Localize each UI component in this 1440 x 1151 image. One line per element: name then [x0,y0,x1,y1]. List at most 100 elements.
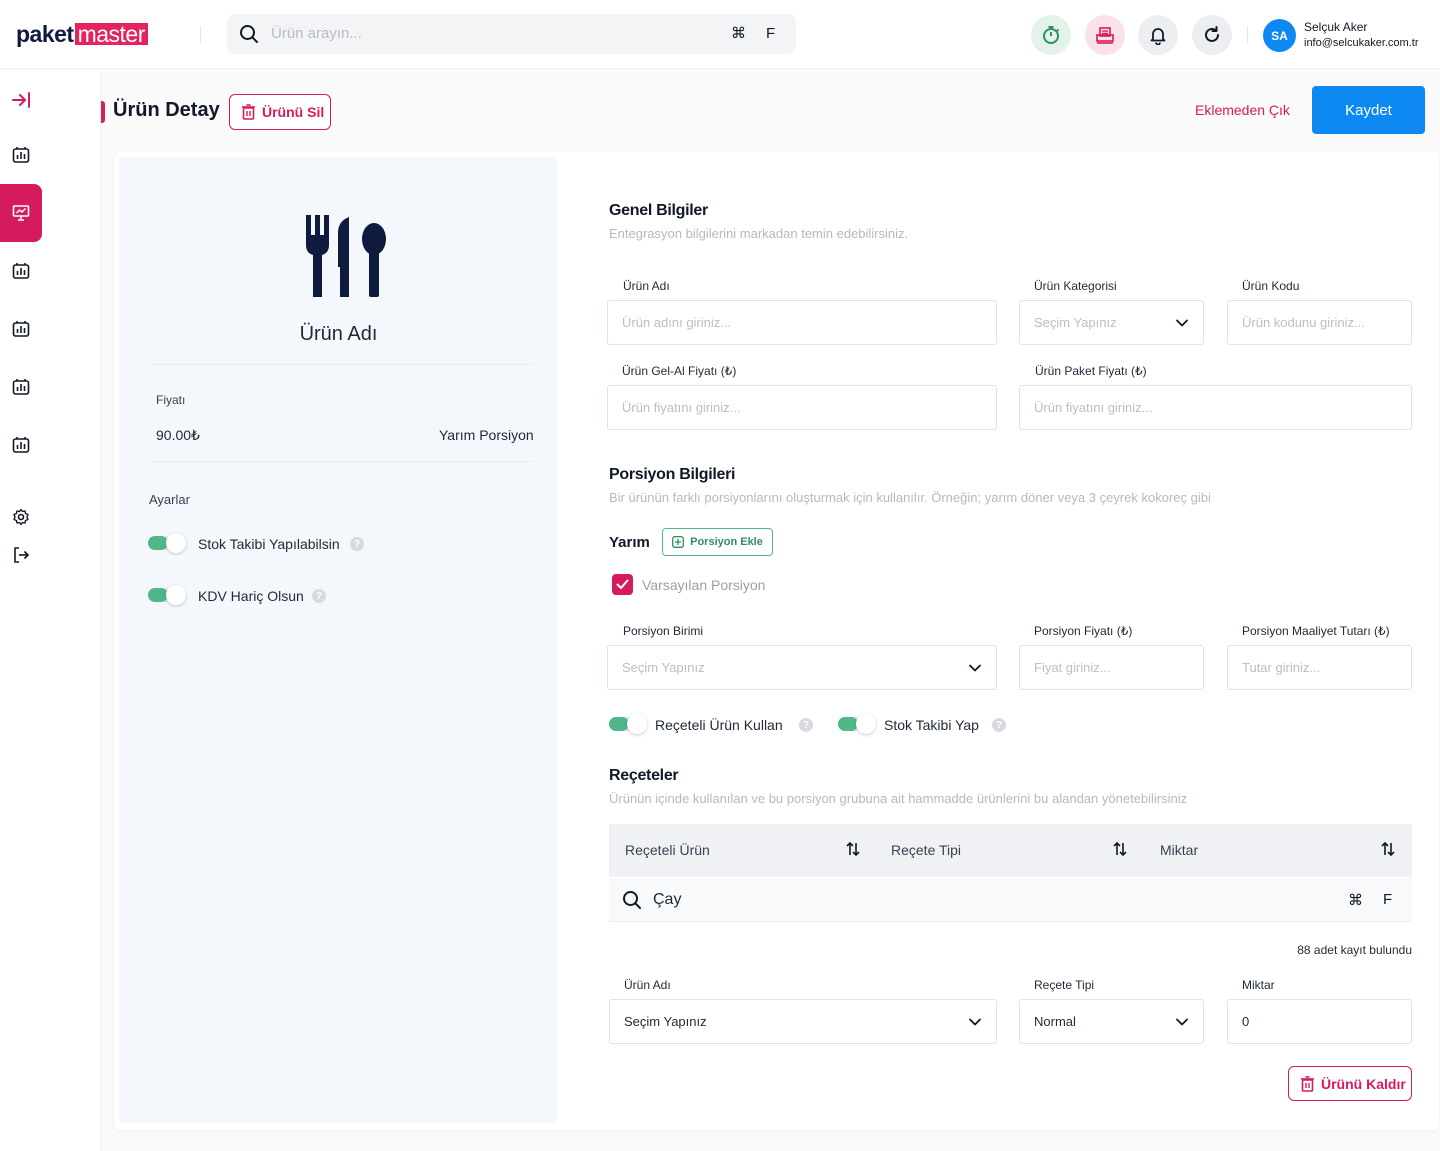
takeaway-price-input[interactable]: Ürün fiyatını giriniz... [607,385,997,430]
portion-unit-placeholder: Seçim Yapınız [622,660,705,675]
chevron-down-icon [1176,1018,1188,1026]
portion-value: Yarım Porsiyon [439,427,534,443]
collapse-icon [12,92,30,108]
page-title: Ürün Detay [113,99,220,121]
portion-cost-input[interactable]: Tutar giriniz... [1227,645,1412,690]
sidebar-collapse-button[interactable] [0,71,42,129]
delete-product-button[interactable]: Ürünü Sil [229,94,331,130]
product-code-placeholder: Ürün kodunu giriniz... [1242,315,1365,330]
sidebar-item-reports-4[interactable] [0,358,42,416]
recipes-table-header: Reçeteli Ürün Reçete Tipi Miktar [609,824,1412,877]
column-recipe-product[interactable]: Reçeteli Ürün [625,842,710,858]
portion-name[interactable]: Yarım [609,534,650,551]
add-portion-button[interactable]: Porsiyon Ekle [662,528,773,556]
product-name-placeholder: Ürün adını giriniz... [622,315,732,330]
refresh-button[interactable] [1192,15,1232,55]
portion-cost-placeholder: Tutar giriniz... [1242,660,1321,675]
settings-label: Ayarlar [149,492,190,507]
search-placeholder: Ürün arayın... [271,25,362,42]
recipes-search-value: Çay [653,891,682,908]
remove-product-label: Ürünü Kaldır [1321,1075,1406,1092]
brand-logo[interactable]: pa ket master [16,21,148,47]
trash-icon [242,104,255,120]
plus-square-icon [672,536,685,548]
quantity-label: Miktar [1242,978,1275,992]
product-code-input[interactable]: Ürün kodunu giriniz... [1227,300,1412,345]
sort-icon[interactable] [1113,841,1127,857]
bell-icon [1150,28,1166,45]
default-portion-checkbox[interactable] [612,574,633,595]
chart-icon [12,437,30,453]
command-key-icon: ⌘ [1348,891,1363,909]
cutlery-icon [304,215,388,304]
sidebar [0,70,101,1151]
divider [200,26,201,44]
stock-tracking-label: Stok Takibi Yapılabilsin [198,536,340,552]
sidebar-item-reports-1[interactable] [0,126,42,184]
sidebar-item-logout[interactable] [0,526,42,584]
avatar[interactable]: SA [1263,19,1296,52]
divider [1247,26,1248,44]
vat-excluded-toggle[interactable] [148,585,186,605]
general-info-subtitle: Entegrasyon bilgilerini markadan temin e… [609,226,909,241]
remove-product-button[interactable]: Ürünü Kaldır [1288,1066,1412,1101]
sidebar-item-reports-5[interactable] [0,416,42,474]
sort-icon[interactable] [1381,841,1395,857]
recipe-product-toggle[interactable] [609,714,647,734]
logout-icon [14,547,29,563]
recipe-type-value: Normal [1034,1014,1076,1029]
portion-unit-select[interactable]: Seçim Yapınız [607,645,997,690]
product-name-input[interactable]: Ürün adını giriniz... [607,300,997,345]
recipe-type-select[interactable]: Normal [1019,999,1204,1044]
recipes-title: Reçeteler [609,767,679,784]
trash-icon [1301,1075,1314,1092]
shortcut-key: F [1383,891,1393,908]
sidebar-item-reports-3[interactable] [0,300,42,358]
recipes-subtitle: Ürünün içinde kullanılan ve bu porsiyon … [609,791,1188,806]
chevron-down-icon [969,664,981,672]
stock-tracking-toggle[interactable] [148,533,186,553]
category-select[interactable]: Seçim Yapınız [1019,300,1204,345]
default-portion-label: Varsayılan Porsiyon [642,577,766,593]
exit-without-saving-link[interactable]: Eklemeden Çık [1195,102,1290,118]
chart-icon [12,263,30,279]
help-icon[interactable]: ? [350,537,364,551]
global-search[interactable]: Ürün arayın... ⌘ F [227,14,796,54]
column-recipe-type[interactable]: Reçete Tipi [891,842,961,858]
sidebar-item-reports-2[interactable] [0,242,42,300]
help-icon[interactable]: ? [992,718,1006,732]
quantity-input[interactable]: 0 [1227,999,1412,1044]
package-price-input[interactable]: Ürün fiyatını giriniz... [1019,385,1412,430]
notifications-button[interactable] [1138,15,1178,55]
stock-track-toggle[interactable] [838,714,876,734]
portion-price-placeholder: Fiyat giriniz... [1034,660,1111,675]
sort-icon[interactable] [846,841,860,857]
portion-unit-label: Porsiyon Birimi [623,624,704,638]
product-name-display: Ürün Adı [299,323,378,345]
quantity-value: 0 [1242,1014,1250,1029]
portion-price-label: Porsiyon Fiyatı (₺) [1034,624,1133,638]
recipe-type-label: Reçete Tipi [1034,978,1095,992]
record-count: 88 adet kayıt bulundu [1297,943,1412,957]
recipe-product-select[interactable]: Seçim Yapınız [609,999,997,1044]
title-accent [101,101,105,123]
top-bar: pa ket master Ürün arayın... ⌘ F SA Selçuk… [0,0,1440,69]
save-button[interactable]: Kaydet [1312,86,1425,134]
recipes-search-input[interactable]: Çay ⌘ F [609,878,1412,922]
help-icon[interactable]: ? [799,718,813,732]
help-icon[interactable]: ? [312,589,326,603]
sidebar-item-products[interactable] [0,184,42,242]
portion-price-input[interactable]: Fiyat giriniz... [1019,645,1204,690]
product-code-label: Ürün Kodu [1242,279,1300,293]
timer-icon [1043,26,1060,44]
recipe-product-label: Reçeteli Ürün Kullan [655,717,783,733]
package-price-label: Ürün Paket Fiyatı (₺) [1035,364,1147,378]
add-portion-label: Porsiyon Ekle [690,536,763,548]
column-quantity[interactable]: Miktar [1160,842,1198,858]
refresh-icon [1205,26,1219,42]
printer-icon [1096,27,1114,44]
timer-button[interactable] [1031,15,1071,55]
stock-track-label: Stok Takibi Yap [884,717,979,733]
printer-button[interactable] [1085,15,1125,55]
presentation-icon [12,205,30,221]
